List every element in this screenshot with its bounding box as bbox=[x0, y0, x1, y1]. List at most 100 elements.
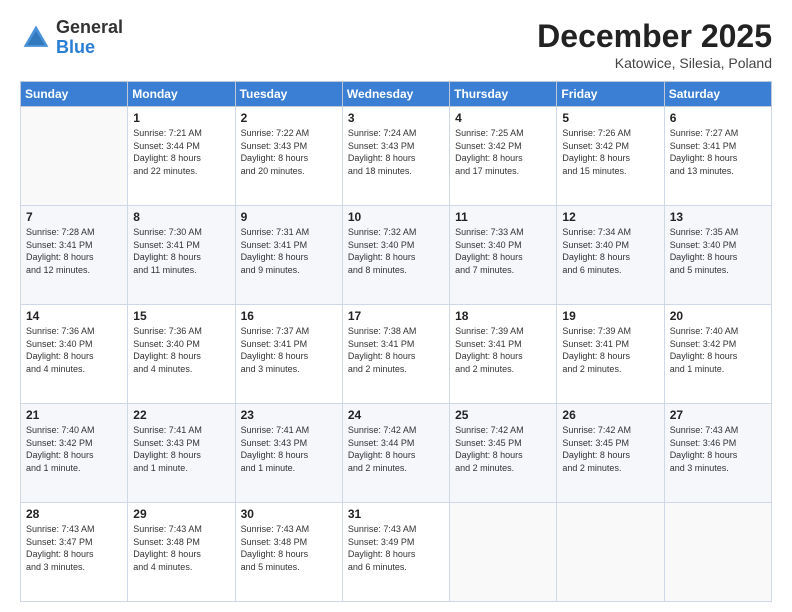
day-cell: 9Sunrise: 7:31 AMSunset: 3:41 PMDaylight… bbox=[235, 206, 342, 305]
day-cell bbox=[21, 107, 128, 206]
location-subtitle: Katowice, Silesia, Poland bbox=[537, 55, 772, 71]
day-number: 28 bbox=[26, 507, 122, 521]
day-number: 22 bbox=[133, 408, 229, 422]
week-row-1: 1Sunrise: 7:21 AMSunset: 3:44 PMDaylight… bbox=[21, 107, 772, 206]
day-cell: 23Sunrise: 7:41 AMSunset: 3:43 PMDayligh… bbox=[235, 404, 342, 503]
day-number: 16 bbox=[241, 309, 337, 323]
day-number: 7 bbox=[26, 210, 122, 224]
week-row-2: 7 Sunrise: 7:28 AMSunset: 3:41 PMDaylight… bbox=[21, 206, 772, 305]
day-info: Sunrise: 7:41 AMSunset: 3:43 PMDaylight:… bbox=[133, 424, 229, 474]
day-cell: 30Sunrise: 7:43 AMSunset: 3:48 PMDayligh… bbox=[235, 503, 342, 602]
logo-general: General bbox=[56, 17, 123, 37]
day-cell bbox=[664, 503, 771, 602]
header: General Blue December 2025 Katowice, Sil… bbox=[20, 18, 772, 71]
day-number: 5 bbox=[562, 111, 658, 125]
day-number: 6 bbox=[670, 111, 766, 125]
day-cell: 15Sunrise: 7:36 AMSunset: 3:40 PMDayligh… bbox=[128, 305, 235, 404]
day-number: 14 bbox=[26, 309, 122, 323]
day-info: Sunrise: 7:38 AMSunset: 3:41 PMDaylight:… bbox=[348, 325, 444, 375]
day-info: Sunrise: 7:26 AMSunset: 3:42 PMDaylight:… bbox=[562, 127, 658, 177]
day-cell: 27 Sunrise: 7:43 AMSunset: 3:46 PMDayligh… bbox=[664, 404, 771, 503]
day-cell: 19Sunrise: 7:39 AMSunset: 3:41 PMDayligh… bbox=[557, 305, 664, 404]
col-sunday: Sunday bbox=[21, 82, 128, 107]
day-info: Sunrise: 7:43 AMSunset: 3:49 PMDaylight:… bbox=[348, 523, 444, 573]
day-number: 8 bbox=[133, 210, 229, 224]
day-cell bbox=[450, 503, 557, 602]
day-cell: 22 Sunrise: 7:41 AMSunset: 3:43 PMDayligh… bbox=[128, 404, 235, 503]
day-cell: 8 Sunrise: 7:30 AMSunset: 3:41 PMDaylight… bbox=[128, 206, 235, 305]
day-number: 20 bbox=[670, 309, 766, 323]
day-cell: 29 Sunrise: 7:43 AMSunset: 3:48 PMDayligh… bbox=[128, 503, 235, 602]
day-cell: 26 Sunrise: 7:42 AMSunset: 3:45 PMDayligh… bbox=[557, 404, 664, 503]
day-cell: 3Sunrise: 7:24 AMSunset: 3:43 PMDaylight… bbox=[342, 107, 449, 206]
col-thursday: Thursday bbox=[450, 82, 557, 107]
day-cell: 28 Sunrise: 7:43 AMSunset: 3:47 PMDayligh… bbox=[21, 503, 128, 602]
day-cell: 4 Sunrise: 7:25 AMSunset: 3:42 PMDaylight… bbox=[450, 107, 557, 206]
day-info: Sunrise: 7:42 AMSunset: 3:44 PMDaylight:… bbox=[348, 424, 444, 474]
day-cell: 24 Sunrise: 7:42 AMSunset: 3:44 PMDayligh… bbox=[342, 404, 449, 503]
day-info: Sunrise: 7:40 AMSunset: 3:42 PMDaylight:… bbox=[670, 325, 766, 375]
day-info: Sunrise: 7:25 AMSunset: 3:42 PMDaylight:… bbox=[455, 127, 551, 177]
day-number: 27 bbox=[670, 408, 766, 422]
week-row-4: 21Sunrise: 7:40 AMSunset: 3:42 PMDayligh… bbox=[21, 404, 772, 503]
day-info: Sunrise: 7:33 AMSunset: 3:40 PMDaylight:… bbox=[455, 226, 551, 276]
logo-blue: Blue bbox=[56, 37, 95, 57]
day-info: Sunrise: 7:27 AMSunset: 3:41 PMDaylight:… bbox=[670, 127, 766, 177]
month-title: December 2025 bbox=[537, 18, 772, 55]
day-info: Sunrise: 7:43 AMSunset: 3:46 PMDaylight:… bbox=[670, 424, 766, 474]
day-info: Sunrise: 7:30 AMSunset: 3:41 PMDaylight:… bbox=[133, 226, 229, 276]
day-number: 13 bbox=[670, 210, 766, 224]
day-cell: 1Sunrise: 7:21 AMSunset: 3:44 PMDaylight… bbox=[128, 107, 235, 206]
title-block: December 2025 Katowice, Silesia, Poland bbox=[537, 18, 772, 71]
day-number: 24 bbox=[348, 408, 444, 422]
col-saturday: Saturday bbox=[664, 82, 771, 107]
day-number: 2 bbox=[241, 111, 337, 125]
page: General Blue December 2025 Katowice, Sil… bbox=[0, 0, 792, 612]
day-info: Sunrise: 7:21 AMSunset: 3:44 PMDaylight:… bbox=[133, 127, 229, 177]
day-info: Sunrise: 7:43 AMSunset: 3:47 PMDaylight:… bbox=[26, 523, 122, 573]
day-info: Sunrise: 7:37 AMSunset: 3:41 PMDaylight:… bbox=[241, 325, 337, 375]
day-info: Sunrise: 7:28 AMSunset: 3:41 PMDaylight:… bbox=[26, 226, 122, 276]
day-info: Sunrise: 7:40 AMSunset: 3:42 PMDaylight:… bbox=[26, 424, 122, 474]
day-cell: 25Sunrise: 7:42 AMSunset: 3:45 PMDayligh… bbox=[450, 404, 557, 503]
day-cell: 6 Sunrise: 7:27 AMSunset: 3:41 PMDaylight… bbox=[664, 107, 771, 206]
day-info: Sunrise: 7:35 AMSunset: 3:40 PMDaylight:… bbox=[670, 226, 766, 276]
day-info: Sunrise: 7:31 AMSunset: 3:41 PMDaylight:… bbox=[241, 226, 337, 276]
day-cell bbox=[557, 503, 664, 602]
week-row-5: 28 Sunrise: 7:43 AMSunset: 3:47 PMDayligh… bbox=[21, 503, 772, 602]
calendar: Sunday Monday Tuesday Wednesday Thursday… bbox=[20, 81, 772, 602]
day-info: Sunrise: 7:43 AMSunset: 3:48 PMDaylight:… bbox=[241, 523, 337, 573]
col-wednesday: Wednesday bbox=[342, 82, 449, 107]
day-info: Sunrise: 7:34 AMSunset: 3:40 PMDaylight:… bbox=[562, 226, 658, 276]
day-cell: 31 Sunrise: 7:43 AMSunset: 3:49 PMDayligh… bbox=[342, 503, 449, 602]
day-cell: 5 Sunrise: 7:26 AMSunset: 3:42 PMDaylight… bbox=[557, 107, 664, 206]
day-number: 10 bbox=[348, 210, 444, 224]
day-number: 18 bbox=[455, 309, 551, 323]
day-cell: 10Sunrise: 7:32 AMSunset: 3:40 PMDayligh… bbox=[342, 206, 449, 305]
col-friday: Friday bbox=[557, 82, 664, 107]
day-info: Sunrise: 7:42 AMSunset: 3:45 PMDaylight:… bbox=[562, 424, 658, 474]
logo-text: General Blue bbox=[56, 18, 123, 58]
day-info: Sunrise: 7:24 AMSunset: 3:43 PMDaylight:… bbox=[348, 127, 444, 177]
day-number: 4 bbox=[455, 111, 551, 125]
day-info: Sunrise: 7:22 AMSunset: 3:43 PMDaylight:… bbox=[241, 127, 337, 177]
day-number: 12 bbox=[562, 210, 658, 224]
day-number: 23 bbox=[241, 408, 337, 422]
day-info: Sunrise: 7:43 AMSunset: 3:48 PMDaylight:… bbox=[133, 523, 229, 573]
day-number: 17 bbox=[348, 309, 444, 323]
day-cell: 18Sunrise: 7:39 AMSunset: 3:41 PMDayligh… bbox=[450, 305, 557, 404]
day-cell: 14 Sunrise: 7:36 AMSunset: 3:40 PMDayligh… bbox=[21, 305, 128, 404]
day-cell: 20 Sunrise: 7:40 AMSunset: 3:42 PMDayligh… bbox=[664, 305, 771, 404]
day-cell: 2 Sunrise: 7:22 AMSunset: 3:43 PMDaylight… bbox=[235, 107, 342, 206]
header-row: Sunday Monday Tuesday Wednesday Thursday… bbox=[21, 82, 772, 107]
day-cell: 21Sunrise: 7:40 AMSunset: 3:42 PMDayligh… bbox=[21, 404, 128, 503]
day-number: 26 bbox=[562, 408, 658, 422]
day-info: Sunrise: 7:36 AMSunset: 3:40 PMDaylight:… bbox=[26, 325, 122, 375]
day-number: 11 bbox=[455, 210, 551, 224]
day-cell: 7 Sunrise: 7:28 AMSunset: 3:41 PMDaylight… bbox=[21, 206, 128, 305]
day-number: 29 bbox=[133, 507, 229, 521]
day-number: 31 bbox=[348, 507, 444, 521]
col-monday: Monday bbox=[128, 82, 235, 107]
day-cell: 11 Sunrise: 7:33 AMSunset: 3:40 PMDayligh… bbox=[450, 206, 557, 305]
week-row-3: 14 Sunrise: 7:36 AMSunset: 3:40 PMDayligh… bbox=[21, 305, 772, 404]
